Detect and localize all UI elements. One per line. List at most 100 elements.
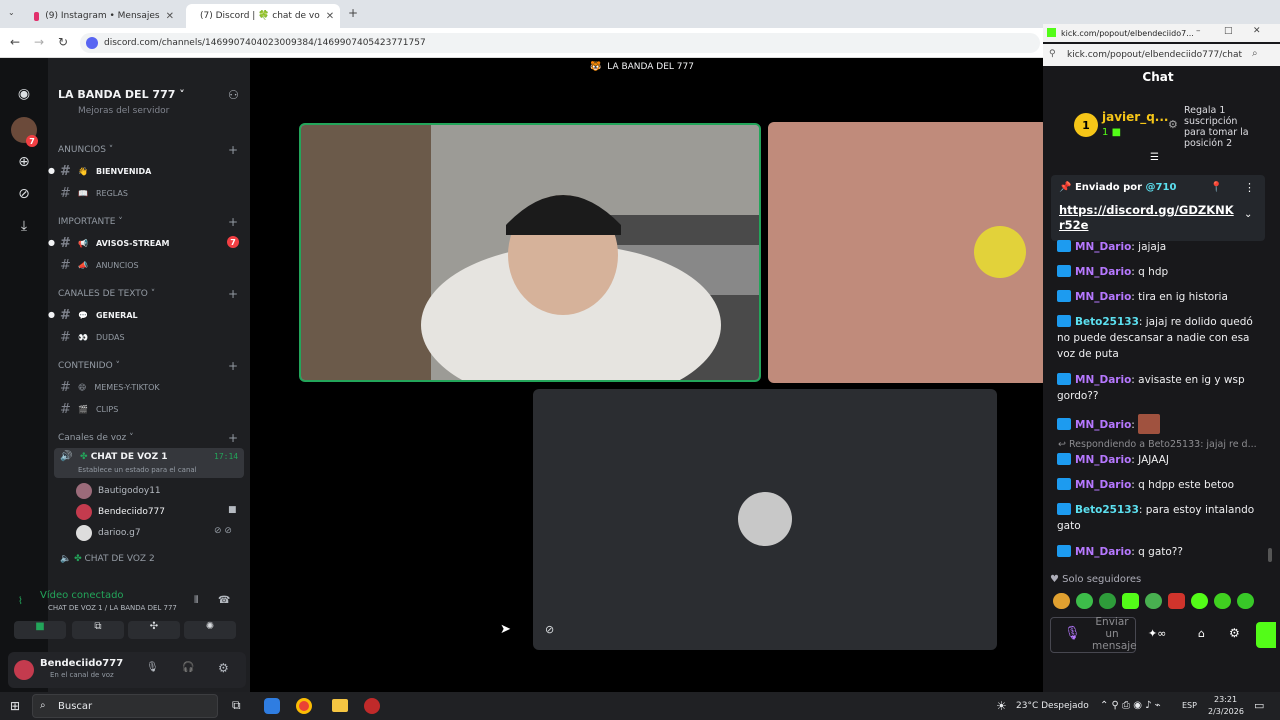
avatar[interactable] [14,660,34,680]
copilot-icon[interactable] [264,698,280,714]
add-channel-icon[interactable]: + [228,215,238,229]
add-server-icon[interactable]: ⊕ [8,148,40,176]
store-icon[interactable]: ⌂ [1198,627,1205,640]
tray-icons[interactable]: ⌃ ⚲ ⎙ ◉ ♪ ⌁ [1100,700,1161,711]
add-channel-icon[interactable]: + [228,287,238,301]
minimize-icon[interactable]: – [1196,26,1201,36]
app-icon[interactable] [364,698,380,714]
chrome-icon[interactable] [296,698,312,714]
signal-icon[interactable]: ⌇ [18,596,23,607]
channel-general[interactable]: # 💬 GENERAL [60,308,240,323]
video-tile-camera[interactable] [299,123,761,382]
heart-icon: ♥ [1050,574,1059,585]
category-contenido[interactable]: CONTENIDO ˅ [58,361,120,371]
share-screen-button[interactable]: ⧉ [72,621,124,639]
language-indicator[interactable]: ESP [1182,701,1197,710]
noise-suppression-icon[interactable]: ⦀ [194,595,198,606]
server-name[interactable]: LA BANDA DEL 777 ˅ [58,88,185,101]
send-button[interactable] [1256,622,1276,648]
microphone-icon[interactable]: 🎙 [1064,626,1081,641]
settings-icon[interactable]: ⚙ [1229,626,1240,640]
chevron-down-icon[interactable]: ⌄ [1244,209,1252,220]
gift-cta[interactable]: Regala 1 suscripción para tomar la posic… [1184,105,1256,149]
emote-icon[interactable] [1076,593,1093,609]
channel-reglas[interactable]: # 📖 REGLAS [60,186,240,201]
more-icon[interactable]: ⋮ [1244,181,1255,194]
voice-user[interactable]: Bautigodoy11 [76,483,161,499]
windows-start-icon[interactable]: ⊞ [10,699,20,713]
site-info-icon[interactable]: ⚲ [1049,49,1056,59]
soundboard-button[interactable]: ✺ [184,621,236,639]
channel-anuncios[interactable]: # 📣 ANUNCIOS [60,258,240,273]
tab-label: (9) Instagram • Mensajes [45,11,160,21]
weather-text[interactable]: 23°C Despejado [1016,701,1089,711]
file-explorer-icon[interactable] [332,699,348,712]
channel-clips[interactable]: # 🎬 CLIPS [60,402,240,417]
category-canales-de-voz[interactable]: Canales de voz ˅ [58,433,134,443]
new-tab-button[interactable]: + [348,6,358,20]
maximize-icon[interactable]: □ [1224,26,1233,36]
site-info-icon[interactable] [86,37,98,49]
close-icon[interactable]: ✕ [1253,26,1261,36]
connection-location: CHAT DE VOZ 1 / LA BANDA DEL 777 [48,604,177,612]
tab-search-icon[interactable]: ⌄ [8,8,15,17]
unpin-icon[interactable]: 📍 [1210,182,1222,193]
task-view-icon[interactable]: ⧉ [232,698,241,713]
close-icon[interactable]: ✕ [166,11,174,22]
camera-button[interactable]: ■ [14,621,66,639]
channel-dudas[interactable]: # 👀 DUDAS [60,330,240,345]
tab-instagram[interactable]: (9) Instagram • Mensajes ✕ [26,4,182,28]
channel-bienvenida[interactable]: # 👋 BIENVENIDA [60,164,240,179]
emote-icon[interactable] [1053,593,1070,609]
add-channel-icon[interactable]: + [228,359,238,373]
clock-time[interactable]: 23:21 [1214,695,1237,704]
emote-icon[interactable] [1099,593,1116,609]
emote-icon[interactable] [1168,593,1185,609]
emote-icon[interactable] [1145,593,1162,609]
close-icon[interactable]: ✕ [326,11,334,22]
channel-avisos-stream[interactable]: # 📢 AVISOS-STREAM [60,236,240,251]
voice-channel-2[interactable]: 🔈 ✤ CHAT DE VOZ 2 [60,554,155,564]
pinned-link[interactable]: https://discord.gg/GDZKNKr52e [1059,203,1235,233]
category-importante[interactable]: IMPORTANTE ˅ [58,217,123,227]
video-tile-user[interactable] [768,122,1048,383]
channel-memes-y-tiktok[interactable]: # 😄 MEMES-Y-TIKTOK [60,380,240,395]
add-channel-icon[interactable]: + [228,143,238,157]
zoom-icon[interactable]: ⌕ [1252,48,1258,59]
video-tile-user[interactable]: ⊘ [533,389,997,650]
emote-icon[interactable] [1191,593,1208,609]
back-icon[interactable]: ← [10,35,20,49]
settings-icon[interactable]: ⚙ [218,661,229,675]
voice-user[interactable]: Bendeciido777 [76,504,165,520]
status-hint[interactable]: Establece un estado para el canal [78,466,197,474]
emote-icon[interactable] [1122,593,1139,609]
emote-icon[interactable] [1237,593,1254,609]
notifications-icon[interactable]: ▭ [1254,699,1264,712]
top-gifter-name[interactable]: javier_q... [1102,110,1168,124]
category-canales-de-texto[interactable]: CANALES DE TEXTO ˅ [58,289,155,299]
reply-indicator[interactable]: ↩ Respondiendo a Beto25133: jajaj re d..… [1058,439,1258,450]
tab-discord[interactable]: (7) Discord | 🍀 chat de vo ✕ [186,4,340,28]
server-boost-hint[interactable]: Mejoras del servidor [78,106,169,116]
pinned-header: 📌 Enviado por @710 [1059,182,1177,193]
scrollbar[interactable] [1268,548,1272,562]
add-member-icon[interactable]: ⚇ [228,88,239,102]
forward-icon[interactable]: → [34,35,44,49]
category-anuncios[interactable]: ANUNCIOS ˅ [58,145,113,155]
clock-date[interactable]: 2/3/2026 [1208,707,1244,716]
discord-home-icon[interactable]: ◉ [8,80,40,108]
microphone-icon[interactable]: 🎙 [146,662,159,673]
reload-icon[interactable]: ↻ [58,35,68,49]
headphones-icon[interactable]: 🎧 [182,662,194,673]
download-icon[interactable]: ⤓ [8,212,40,240]
explore-icon[interactable]: ⊘ [8,180,40,208]
activities-button[interactable]: ✣ [128,621,180,639]
add-channel-icon[interactable]: + [228,431,238,445]
voice-user[interactable]: darioo.g7 [76,525,141,541]
kick-url-field[interactable]: kick.com/popout/elbendeciido777/chat [1043,44,1280,66]
collapse-icon[interactable]: ☰ [1150,152,1159,163]
emote-icon[interactable] [1214,593,1231,609]
chat-tools-icon[interactable]: ✦∞ [1148,627,1166,640]
disconnect-icon[interactable]: ☎ [218,595,230,606]
url-field[interactable]: discord.com/channels/1469907404023009384… [80,33,1040,53]
